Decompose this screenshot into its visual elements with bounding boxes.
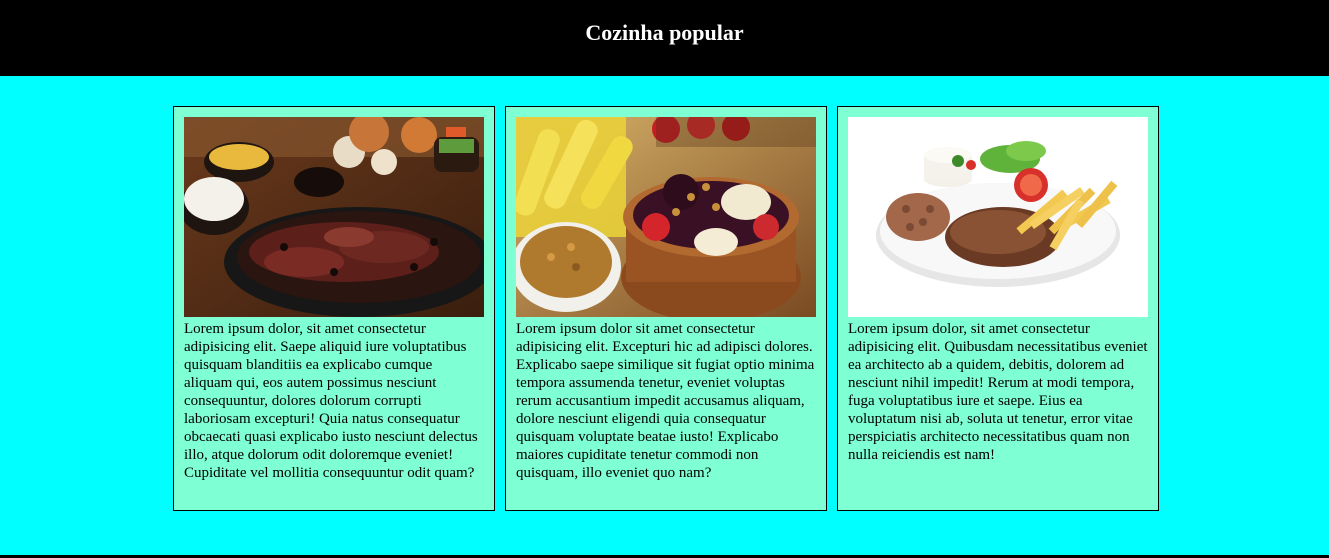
food-card-acai: Lorem ipsum dolor sit amet consectetur a… (505, 106, 827, 511)
card-description: Lorem ipsum dolor, sit amet consectetur … (184, 321, 478, 481)
acai-bowl-photo (516, 117, 816, 317)
food-card-feijoada: Lorem ipsum dolor, sit amet consectetur … (173, 106, 495, 511)
food-card-prato-feito: Lorem ipsum dolor, sit amet consectetur … (837, 106, 1159, 511)
page-header: Cozinha popular (0, 0, 1329, 76)
page-title: Cozinha popular (585, 20, 744, 45)
card-list: Lorem ipsum dolor, sit amet consectetur … (173, 106, 1159, 511)
card-description: Lorem ipsum dolor sit amet consectetur a… (516, 321, 815, 481)
feijoada-photo (184, 117, 484, 317)
card-description: Lorem ipsum dolor, sit amet consectetur … (848, 321, 1148, 463)
prato-feito-photo (848, 117, 1148, 317)
